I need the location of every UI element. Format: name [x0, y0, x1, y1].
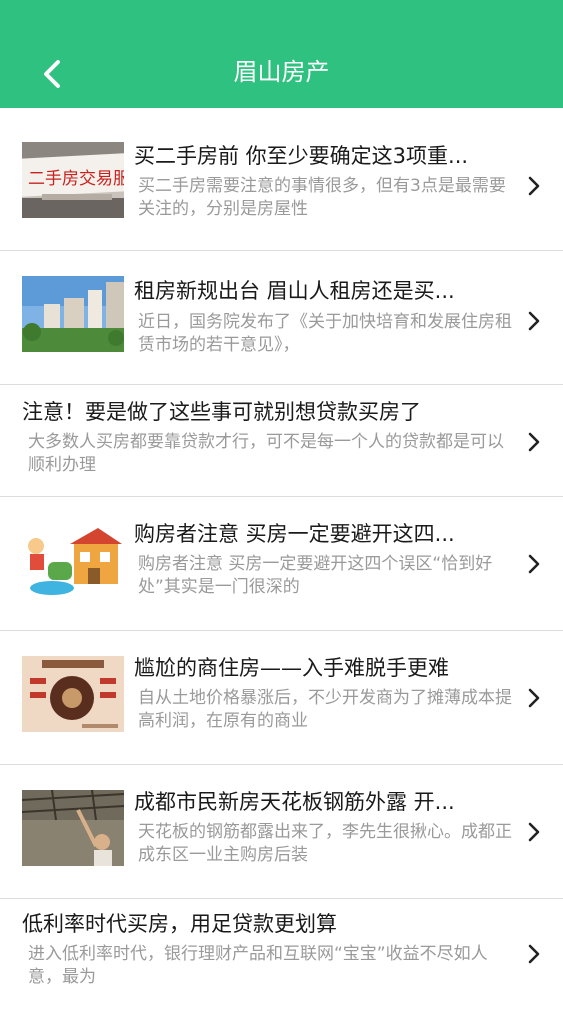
thumb-sign-text: 二手房交易服务	[28, 169, 124, 189]
chevron-right-icon	[528, 822, 540, 842]
article-thumbnail-2	[22, 276, 124, 352]
app-header: 眉山房产	[0, 0, 563, 108]
article-title: 租房新规出台 眉山人租房还是买...	[134, 279, 455, 303]
article-item-2[interactable]: 租房新规出台 眉山人租房还是买... 近日，国务院发布了《关于加快培育和发展住房…	[0, 251, 563, 385]
article-description: 购房者注意 买房一定要避开这四个误区“恰到好处”其实是一门很深的	[138, 554, 493, 597]
chevron-right-icon	[528, 176, 540, 196]
article-description: 买二手房需要注意的事情很多，但有3点是最需要关注的，分别是房屋性	[138, 176, 506, 219]
article-thumbnail-5	[22, 656, 124, 732]
article-item-3[interactable]: 注意！要是做了这些事可就别想贷款买房了 大多数人买房都要靠贷款才行，可不是每一个…	[0, 385, 563, 497]
article-title: 低利率时代买房，用足贷款更划算	[22, 912, 337, 936]
article-thumbnail-4	[22, 522, 124, 598]
article-description: 大多数人买房都要靠贷款才行，可不是每一个人的贷款都是可以顺利办理	[28, 432, 504, 475]
chevron-right-icon	[528, 311, 540, 331]
article-item-4[interactable]: 购房者注意 买房一定要避开这四... 购房者注意 买房一定要避开这四个误区“恰到…	[0, 497, 563, 631]
article-thumbnail-1: 二手房交易服务	[22, 142, 124, 218]
article-title: 购房者注意 买房一定要避开这四...	[134, 522, 455, 546]
article-thumbnail-6	[22, 790, 124, 866]
article-title: 买二手房前 你至少要确定这3项重...	[134, 144, 469, 168]
article-description: 天花板的钢筋都露出来了，李先生很揪心。成都正成东区一业主购房后装	[138, 822, 512, 865]
article-item-6[interactable]: 成都市民新房天花板钢筋外露 开... 天花板的钢筋都露出来了，李先生很揪心。成都…	[0, 765, 563, 899]
chevron-right-icon	[528, 554, 540, 574]
chevron-right-icon	[528, 432, 540, 452]
article-item-1[interactable]: 二手房交易服务 买二手房前 你至少要确定这3项重... 买二手房需要注意的事情很…	[0, 108, 563, 251]
article-list: 二手房交易服务 买二手房前 你至少要确定这3项重... 买二手房需要注意的事情很…	[0, 108, 563, 1011]
article-description: 进入低利率时代，银行理财产品和互联网“宝宝”收益不尽如人意，最为	[28, 944, 488, 987]
page-title: 眉山房产	[233, 58, 330, 86]
article-title: 成都市民新房天花板钢筋外露 开...	[134, 790, 455, 814]
article-description: 自从土地价格暴涨后，不少开发商为了摊薄成本提高利润，在原有的商业	[138, 688, 512, 731]
article-item-7[interactable]: 低利率时代买房，用足贷款更划算 进入低利率时代，银行理财产品和互联网“宝宝”收益…	[0, 899, 563, 1011]
article-item-5[interactable]: 尴尬的商住房——入手难脱手更难 自从土地价格暴涨后，不少开发商为了摊薄成本提高利…	[0, 631, 563, 765]
article-title: 尴尬的商住房——入手难脱手更难	[134, 656, 449, 680]
article-description: 近日，国务院发布了《关于加快培育和发展住房租赁市场的若干意见》，	[138, 312, 512, 355]
article-title: 注意！要是做了这些事可就别想贷款买房了	[22, 400, 421, 424]
chevron-right-icon	[528, 688, 540, 708]
chevron-right-icon	[528, 944, 540, 964]
